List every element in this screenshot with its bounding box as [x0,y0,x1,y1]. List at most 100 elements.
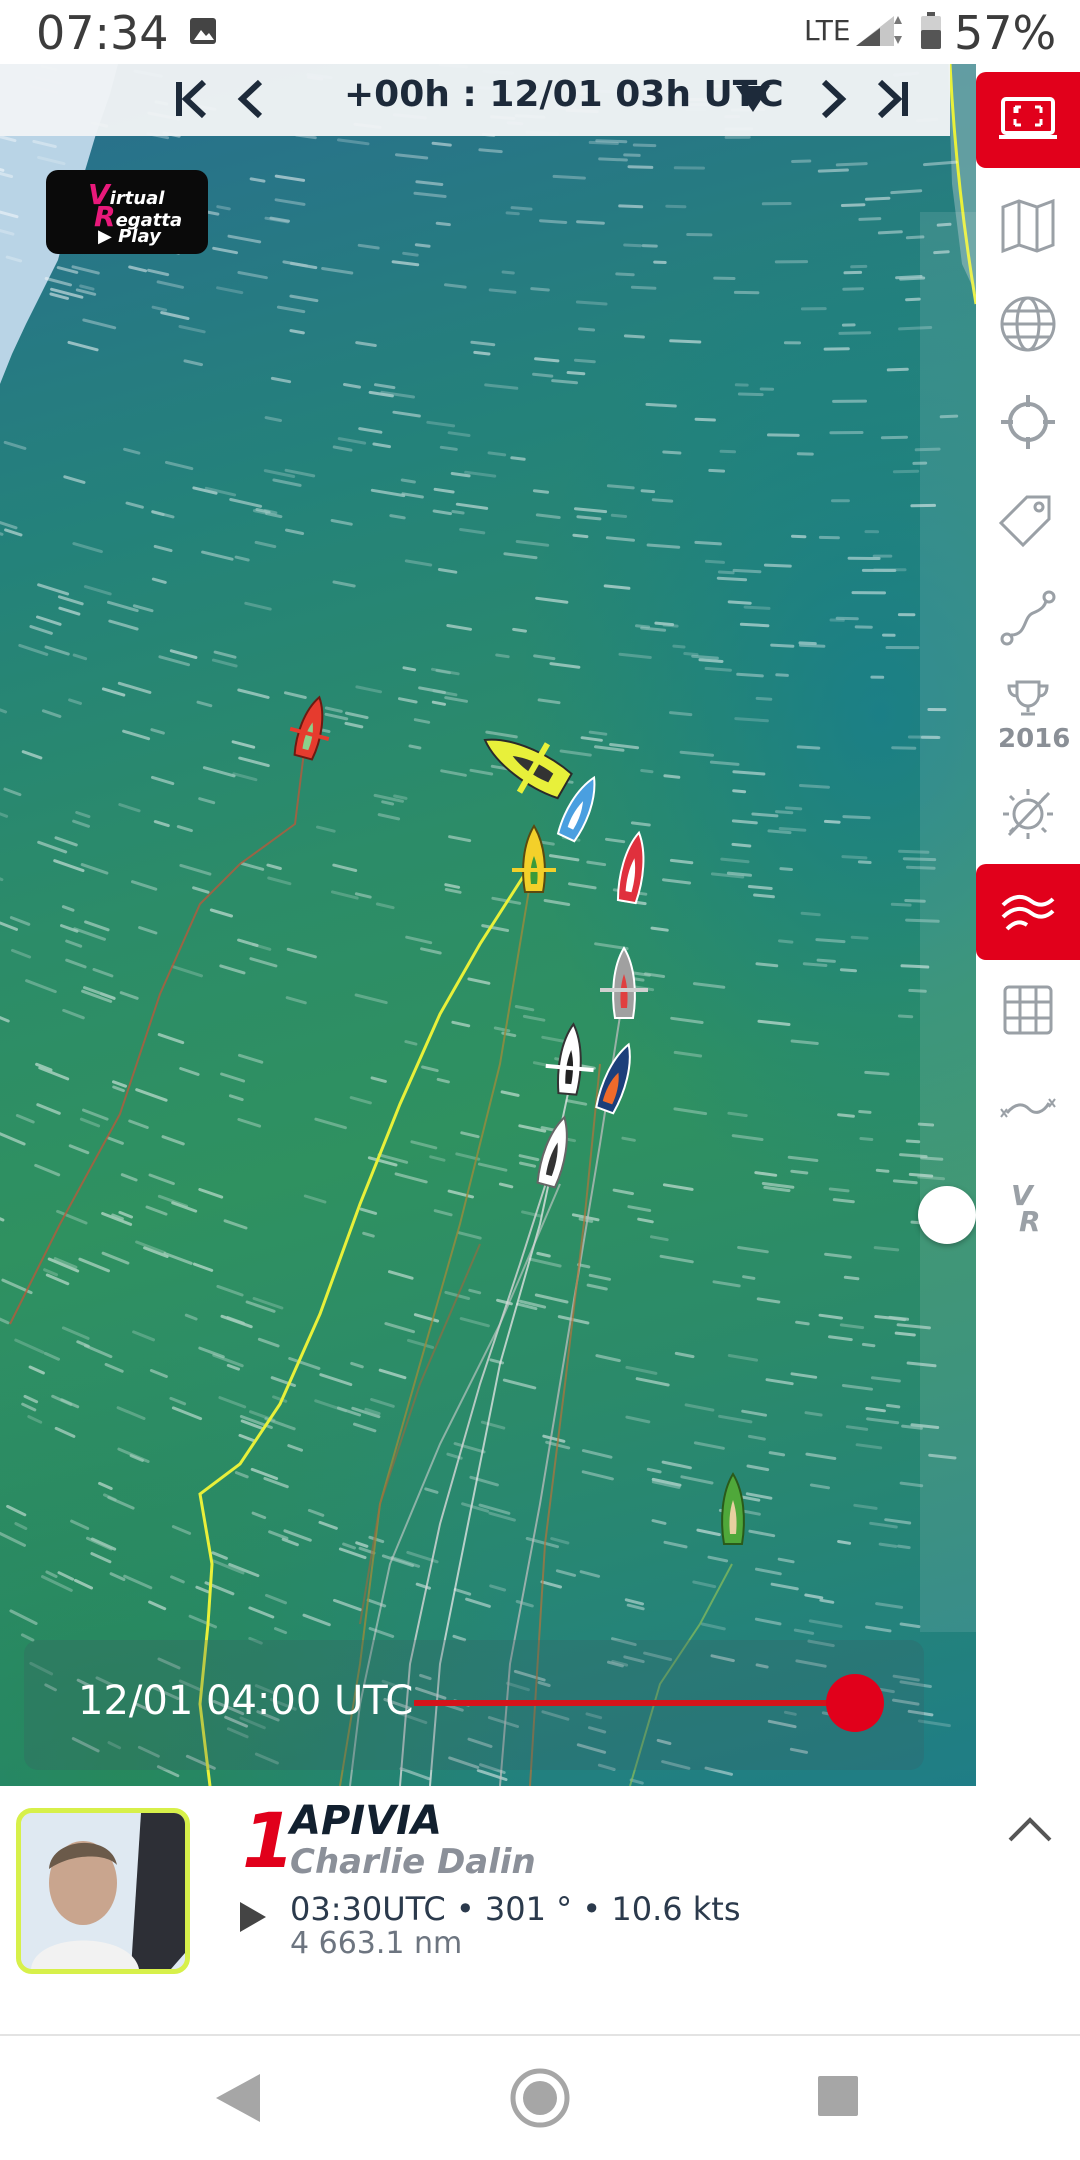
zoom-handle[interactable] [918,1186,976,1244]
wind-streak [488,288,517,294]
ranking-button[interactable]: 2016 [976,668,1080,764]
wind-streak [588,730,608,736]
wind-streak [899,1622,921,1629]
wind-streak [839,1323,865,1330]
wind-streak [535,513,561,519]
wind-streak [0,1132,26,1146]
forecast-time-label[interactable]: +00h : 12/01 03h UTC [344,74,784,115]
wind-streak [116,1406,146,1420]
wind-streak [399,1767,431,1781]
wind-streak [318,1520,338,1530]
globe-button[interactable] [976,276,1080,372]
wind-streak [49,292,69,300]
virtual-regatta-logo[interactable]: Virtual Regatta ▶ Play [46,170,208,254]
timeline-track[interactable] [414,1700,854,1706]
grid-button[interactable] [976,962,1080,1058]
wind-streak [468,1288,482,1295]
fullscreen-button[interactable] [976,72,1080,168]
skip-last-icon[interactable] [872,76,912,122]
wind-streak [897,1014,914,1019]
boat-info-card[interactable]: 1 APIVIA Charlie Dalin 03:30UTC • 301 ° … [0,1786,1080,2036]
wind-streak [163,1252,193,1265]
boat-stats: 03:30UTC • 301 ° • 10.6 kts [290,1890,741,1928]
wind-streak [609,743,640,750]
wind-streak [719,449,736,454]
race-map[interactable] [0,64,976,1786]
wind-streak [0,521,18,530]
previous-icon[interactable] [232,76,272,122]
wind-streak [717,570,735,575]
wind-streak [543,899,571,906]
wind-streak [865,196,891,201]
wind-streak [393,794,408,800]
wind-streak [150,728,165,735]
wind-streak [378,1368,407,1380]
wind-streak [630,285,657,290]
wind-streak [661,1460,692,1470]
play-icon[interactable] [240,1902,266,1932]
skip-first-icon[interactable] [172,76,212,122]
timeline-thumb[interactable] [826,1674,884,1732]
wind-streak [737,392,764,397]
back-icon[interactable] [216,2074,260,2122]
wind-streak [791,159,812,163]
wind-streak [804,1411,823,1417]
wind-streak [151,510,165,517]
wind-streak [405,935,433,945]
wind-streak [694,417,716,422]
map-button[interactable] [976,178,1080,274]
wind-streak [45,1273,70,1286]
wind-streak [444,883,461,889]
wind-streak [748,1529,776,1538]
tag-button[interactable] [976,472,1080,568]
wind-streak [469,768,494,776]
wind-streak [196,700,213,708]
wind-streak [54,836,78,847]
wind-streak [878,1542,898,1548]
wind-streak [470,340,496,347]
wind-streak [779,867,793,871]
chevron-up-icon[interactable] [1006,1814,1054,1844]
home-icon[interactable] [510,2068,570,2128]
wind-streak [753,893,775,899]
wind-off-button[interactable] [976,766,1080,862]
wind-streak [57,1571,74,1581]
wind-streak [402,666,417,672]
next-icon[interactable] [812,76,852,122]
wind-streak [518,1154,540,1162]
wind-streak [84,1344,113,1359]
wind-streak [840,203,866,207]
wind-streak [866,1417,900,1425]
wind-streak [20,1633,35,1642]
wind-streak [841,855,868,860]
wind-streak [401,492,424,499]
wind-streak [198,1188,224,1199]
wind-streak [488,1511,516,1522]
wind-streak [841,1384,873,1391]
wind-streak [0,1317,10,1325]
center-boat-button[interactable] [976,374,1080,470]
wind-streak [874,1315,907,1322]
track-red-left [9,743,306,1325]
wind-streak [389,514,406,520]
wind-streak [755,696,773,701]
wind-streak [650,926,669,932]
wind-streak [899,1481,924,1488]
boat-grey [600,946,648,1019]
wind-layer-button[interactable] [976,864,1080,960]
recents-icon[interactable] [818,2076,858,2116]
zoom-rail[interactable] [920,212,976,1632]
wind-streak [287,1444,303,1452]
wind-streak [332,863,358,872]
vr-button[interactable]: V R [976,1158,1080,1254]
wind-streak [755,1567,782,1576]
caret-down-icon[interactable] [736,86,770,112]
wind-streak [855,1443,883,1450]
track-button[interactable] [976,1060,1080,1156]
map-toolbar: 2016 V R [976,64,1080,1786]
route-button[interactable] [976,570,1080,666]
wind-streak [767,433,800,437]
wind-streak [433,1209,453,1217]
wind-streak [693,1441,725,1450]
wind-streak [574,507,608,514]
